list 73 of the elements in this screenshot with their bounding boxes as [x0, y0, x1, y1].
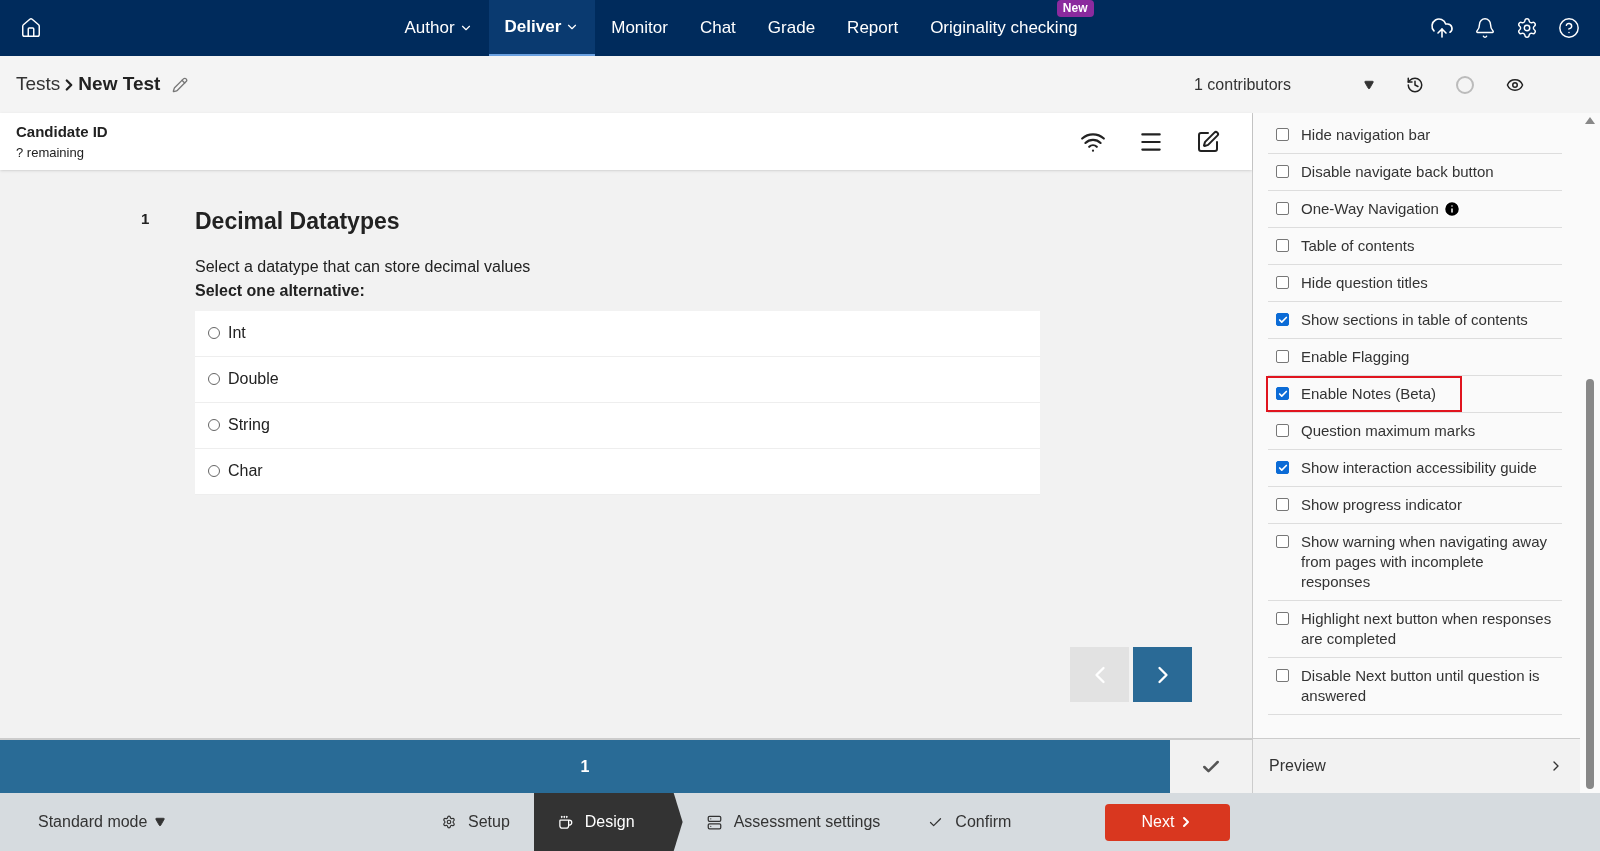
setting-label: Show interaction accessibility guide: [1301, 458, 1537, 478]
setting-label: Table of contents: [1301, 236, 1415, 256]
caret-down-icon: [155, 817, 166, 827]
checkbox[interactable]: [1276, 387, 1289, 400]
checkbox[interactable]: [1276, 612, 1289, 625]
remaining-text: ? remaining: [16, 144, 85, 162]
mode-dropdown[interactable]: Standard mode: [38, 810, 368, 834]
page-number-tab[interactable]: 1: [0, 740, 1170, 793]
page-title: New Test: [78, 72, 161, 97]
setting-label: Show sections in table of contents: [1301, 310, 1528, 330]
scrollbar-thumb[interactable]: [1586, 379, 1594, 789]
setting-label: Question maximum marks: [1301, 421, 1476, 441]
question-title: Decimal Datatypes: [195, 207, 401, 236]
wizard-step[interactable]: Setup: [418, 793, 534, 851]
next-button[interactable]: Next: [1105, 803, 1231, 841]
history-icon[interactable]: [1406, 75, 1424, 94]
setting-label: Disable Next button until question is answered: [1301, 666, 1541, 706]
upload-icon[interactable]: [1430, 16, 1454, 40]
checkbox[interactable]: [1276, 350, 1289, 363]
preview-link[interactable]: Preview: [1253, 738, 1580, 793]
info-icon[interactable]: [1442, 200, 1461, 218]
answer-option[interactable]: Double: [195, 356, 1040, 403]
nav-tab[interactable]: Monitor: [595, 0, 684, 56]
setting-label: Enable Notes (Beta): [1301, 384, 1437, 404]
cup-icon: [557, 814, 573, 830]
caret-down-icon: [1364, 79, 1374, 90]
setting-label: Show progress indicator: [1301, 495, 1462, 515]
checkbox[interactable]: [1276, 239, 1289, 252]
settings-icon[interactable]: [1516, 17, 1538, 39]
checkbox[interactable]: [1276, 165, 1289, 178]
notes-icon[interactable]: [1196, 129, 1220, 154]
setting-label: Enable Flagging: [1301, 347, 1410, 367]
setting-label: Hide navigation bar: [1301, 125, 1431, 145]
setting-label: Show warning when navigating away from pages with incomplete responses: [1301, 532, 1548, 592]
question-prompt: Select a datatype that can store decimal values: [195, 256, 532, 277]
checkbox[interactable]: [1276, 276, 1289, 289]
setting-label: One-Way Navigation: [1301, 199, 1439, 219]
help-icon[interactable]: [1558, 17, 1580, 39]
bell-icon[interactable]: [1474, 17, 1496, 39]
setting-label: Disable navigate back button: [1301, 162, 1494, 182]
checkbox[interactable]: [1276, 498, 1289, 511]
contributors-dropdown[interactable]: 1 contributors: [1194, 72, 1374, 97]
pencil-icon[interactable]: [172, 76, 189, 93]
list-icon: [706, 814, 722, 830]
checkbox[interactable]: [1276, 202, 1289, 215]
nav-tab[interactable]: Deliver: [488, 0, 596, 56]
breadcrumb-link[interactable]: Tests: [16, 70, 61, 99]
nav-tab[interactable]: Author: [388, 0, 489, 56]
candidate-id: Candidate ID: [16, 121, 108, 142]
setting-label: Highlight next button when responses are completed: [1301, 609, 1553, 649]
answer-option[interactable]: Int: [195, 310, 1040, 357]
question-number: 1: [141, 209, 151, 229]
question-instruction: Select one alternative:: [195, 280, 366, 301]
checkbox[interactable]: [1276, 313, 1289, 326]
checkbox[interactable]: [1276, 669, 1289, 682]
wizard-step[interactable]: Confirm: [904, 793, 1036, 851]
loading-ring-icon: [1456, 75, 1474, 94]
answer-option[interactable]: String: [195, 402, 1040, 449]
wizard-step[interactable]: Assessment settings: [682, 793, 905, 851]
checkbox[interactable]: [1276, 535, 1289, 548]
nav-tab[interactable]: Report: [831, 0, 915, 56]
answer-option[interactable]: Char: [195, 448, 1040, 495]
home-icon[interactable]: [20, 17, 42, 39]
gear-icon: [442, 815, 456, 829]
scroll-up-icon[interactable]: [1585, 117, 1595, 124]
setting-label: Hide question titles: [1301, 273, 1428, 293]
checkbox[interactable]: [1276, 461, 1289, 474]
checkbox[interactable]: [1276, 128, 1289, 141]
nav-tab[interactable]: Grade: [751, 0, 832, 56]
wizard-step[interactable]: Design: [533, 793, 683, 851]
new-badge: New: [1056, 0, 1094, 17]
nav-tab[interactable]: Chat: [683, 0, 752, 56]
checkbox[interactable]: [1276, 424, 1289, 437]
